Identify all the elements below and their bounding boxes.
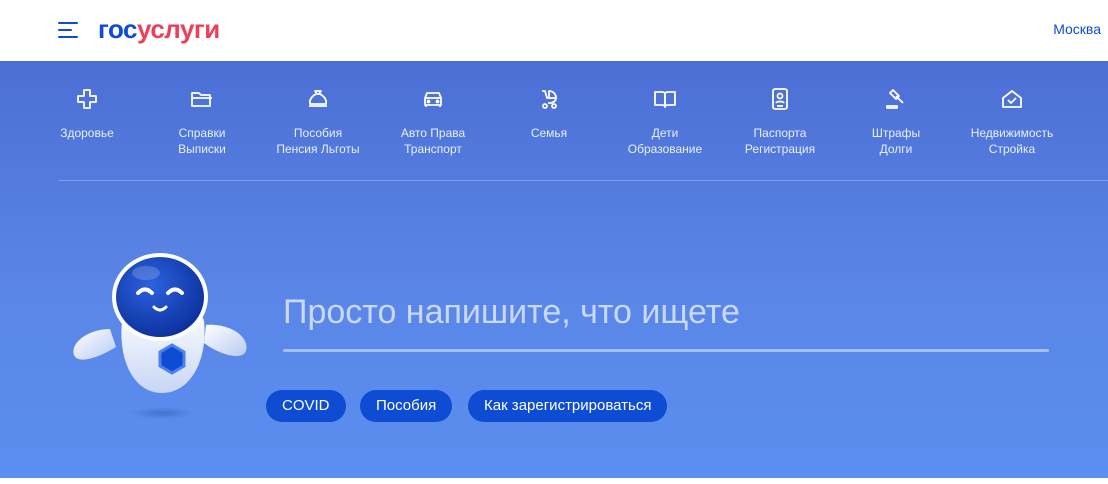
category-certificates-sublabel: Выписки — [178, 142, 226, 156]
category-children-sublabel: Образование — [627, 142, 703, 156]
category-auto-label: Авто Права — [400, 126, 466, 140]
category-fines-label: Штрафы — [871, 126, 921, 140]
folder-icon — [191, 92, 212, 107]
category-certificates[interactable]: Справки Выписки — [142, 87, 262, 157]
logo-part-gos: гос — [98, 14, 138, 44]
health-cross-icon — [77, 89, 97, 109]
category-realty-sublabel: Стройка — [988, 142, 1036, 156]
divider — [58, 180, 1108, 181]
category-benefits-sublabel: Пенсия Льготы — [276, 142, 360, 156]
category-health-label: Здоровье — [60, 126, 114, 140]
money-bag-icon — [308, 90, 328, 107]
category-passports-sublabel: Регистрация — [744, 142, 816, 156]
logo-part-uslugi: услуги — [137, 14, 220, 44]
category-nav: Здоровье Справки Выписки Пособия Пенсия Ль… — [0, 61, 1108, 181]
category-family[interactable]: Семья — [489, 87, 609, 141]
chip-covid[interactable]: COVID — [266, 390, 346, 422]
category-family-label: Семья — [530, 126, 568, 140]
category-fines[interactable]: Штрафы Долги — [836, 87, 956, 157]
category-children[interactable]: Дети Образование — [605, 87, 725, 157]
category-benefits-label: Пособия — [293, 126, 343, 140]
gosuslugi-logo[interactable]: госуслуги — [98, 12, 220, 46]
car-icon — [424, 92, 442, 107]
chip-how-to-register[interactable]: Как зарегистрироваться — [468, 390, 668, 422]
category-passports-label: Паспорта — [753, 126, 807, 140]
book-icon — [654, 91, 676, 108]
hero-section: Здоровье Справки Выписки Пособия Пенсия Ль… — [0, 61, 1108, 478]
search-area — [283, 281, 1049, 353]
robot-mascot-icon — [73, 253, 247, 419]
gavel-icon — [886, 89, 904, 109]
category-benefits[interactable]: Пособия Пенсия Льготы — [258, 87, 378, 157]
passport-icon — [772, 88, 788, 110]
category-children-label: Дети — [651, 126, 679, 140]
menu-icon[interactable] — [58, 20, 80, 40]
city-selector[interactable]: Москва — [1053, 20, 1101, 38]
stroller-icon — [542, 90, 557, 109]
header: госуслуги Москва — [0, 0, 1108, 61]
category-health[interactable]: Здоровье — [27, 87, 147, 141]
search-input[interactable] — [283, 281, 1049, 343]
search-underline — [283, 349, 1049, 352]
category-realty[interactable]: Недвижимость Стройка — [952, 87, 1072, 157]
page-bottom — [0, 478, 1108, 484]
category-realty-label: Недвижимость — [970, 126, 1054, 140]
category-fines-sublabel: Долги — [879, 142, 913, 156]
category-certificates-label: Справки — [178, 126, 226, 140]
house-check-icon — [1002, 90, 1022, 108]
chip-benefits[interactable]: Пособия — [360, 390, 453, 422]
category-auto-sublabel: Транспорт — [404, 142, 462, 156]
category-passports[interactable]: Паспорта Регистрация — [720, 87, 840, 157]
category-auto[interactable]: Авто Права Транспорт — [373, 87, 493, 157]
